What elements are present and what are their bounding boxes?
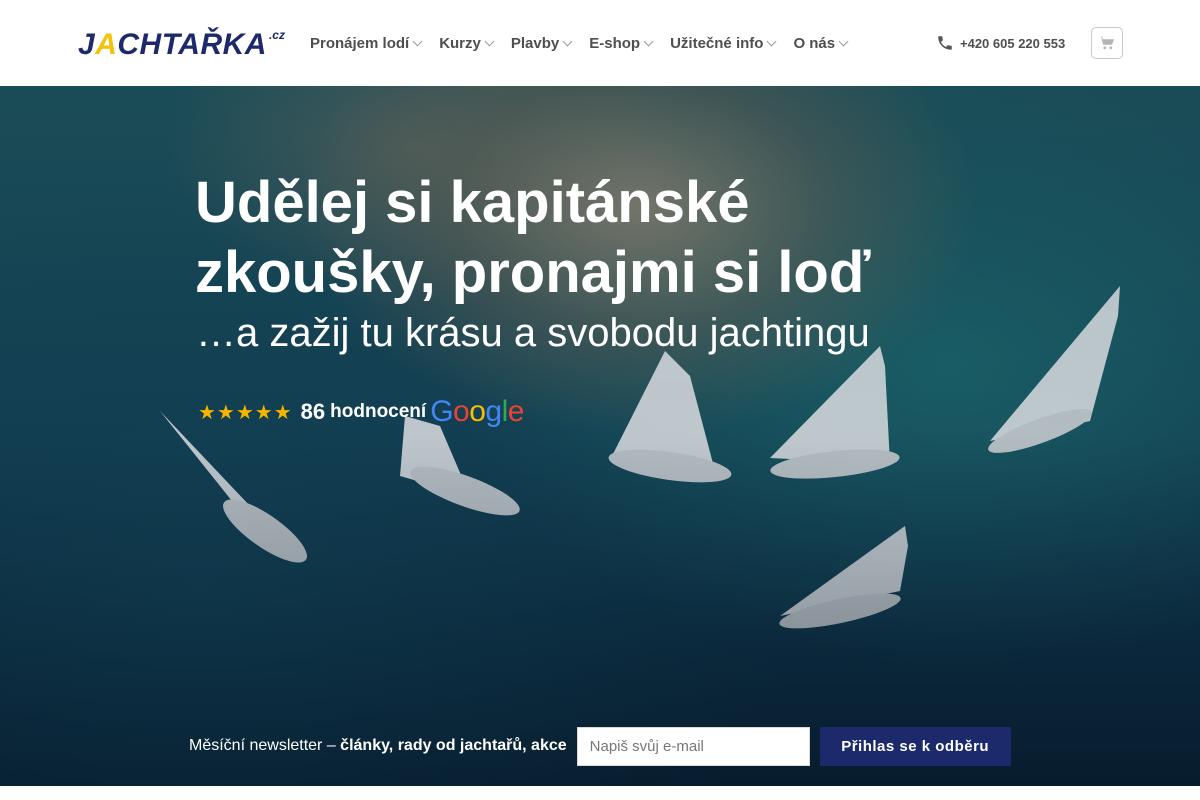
google-letter: g: [485, 395, 502, 428]
cart-icon: [1098, 36, 1115, 50]
google-letter: o: [453, 395, 470, 428]
hero-subtitle: …a zažij tu krásu a svobodu jachtingu: [196, 311, 870, 355]
chevron-down-icon: [766, 36, 777, 46]
logo-wordmark: JACHTAŘKA: [78, 30, 267, 60]
chevron-down-icon: [838, 36, 849, 46]
newsletter-email-input[interactable]: [576, 726, 810, 766]
phone-number: +420 605 220 553: [960, 35, 1066, 51]
nav-item-uzitecne-info[interactable]: Užitečné info: [670, 34, 777, 52]
newsletter-highlight: články, rady od jachtařů, akce: [340, 737, 567, 754]
nav-item-label: Pronájem lodí: [310, 34, 410, 52]
nav-item-kurzy[interactable]: Kurzy: [439, 34, 495, 52]
logo[interactable]: JACHTAŘKA .cz: [78, 26, 285, 60]
nav-item-plavby[interactable]: Plavby: [510, 34, 573, 52]
nav-item-label: Kurzy: [439, 34, 481, 52]
cart-button[interactable]: [1091, 27, 1123, 59]
chevron-down-icon: [412, 36, 423, 46]
phone-link[interactable]: +420 605 220 553: [936, 32, 1065, 54]
google-letter: o: [469, 395, 486, 428]
nav-item-eshop[interactable]: E-shop: [589, 34, 654, 52]
nav-item-pronajem-lodi[interactable]: Pronájem lodí: [310, 34, 423, 52]
newsletter-subscribe-button[interactable]: Přihlas se k odběru: [819, 726, 1011, 766]
page-below-hero: [0, 786, 1200, 800]
nav-item-label: Plavby: [510, 34, 560, 52]
chevron-down-icon: [484, 36, 495, 46]
google-letter: e: [507, 395, 525, 428]
site-header: JACHTAŘKA .cz Pronájem lodí Kurzy Plavby…: [0, 0, 1200, 86]
chevron-down-icon: [643, 36, 654, 46]
logo-rest: CHTAŘKA: [117, 28, 267, 61]
google-logo: Google: [430, 395, 524, 429]
phone-icon: [938, 36, 952, 50]
rating-label: hodnocení: [330, 401, 427, 422]
nav-item-label: O nás: [793, 34, 836, 52]
logo-letter-a: A: [95, 28, 118, 61]
nav-item-label: E-shop: [589, 34, 641, 52]
google-letter: G: [430, 395, 454, 428]
logo-letter-j: J: [78, 28, 96, 61]
chevron-down-icon: [562, 36, 573, 46]
main-nav: Pronájem lodí Kurzy Plavby E-shop Užiteč…: [310, 32, 865, 54]
nav-item-label: Užitečné info: [670, 34, 764, 52]
rating-count: 86: [300, 399, 326, 424]
newsletter-form: Měsíční newsletter – články, rady od jac…: [189, 726, 1011, 766]
newsletter-prefix: Měsíční newsletter –: [189, 737, 341, 754]
newsletter-text: Měsíční newsletter – články, rady od jac…: [189, 737, 567, 755]
hero-banner: Udělej si kapitánské zkoušky, pronajmi s…: [0, 86, 1200, 786]
star-rating-icon: ★★★★★: [198, 401, 293, 424]
hero-title: Udělej si kapitánské zkoušky, pronajmi s…: [195, 170, 871, 305]
google-rating[interactable]: ★★★★★ 86 hodnocení Google: [198, 394, 524, 430]
nav-item-o-nas[interactable]: O nás: [793, 34, 849, 52]
logo-tld: .cz: [268, 28, 285, 42]
